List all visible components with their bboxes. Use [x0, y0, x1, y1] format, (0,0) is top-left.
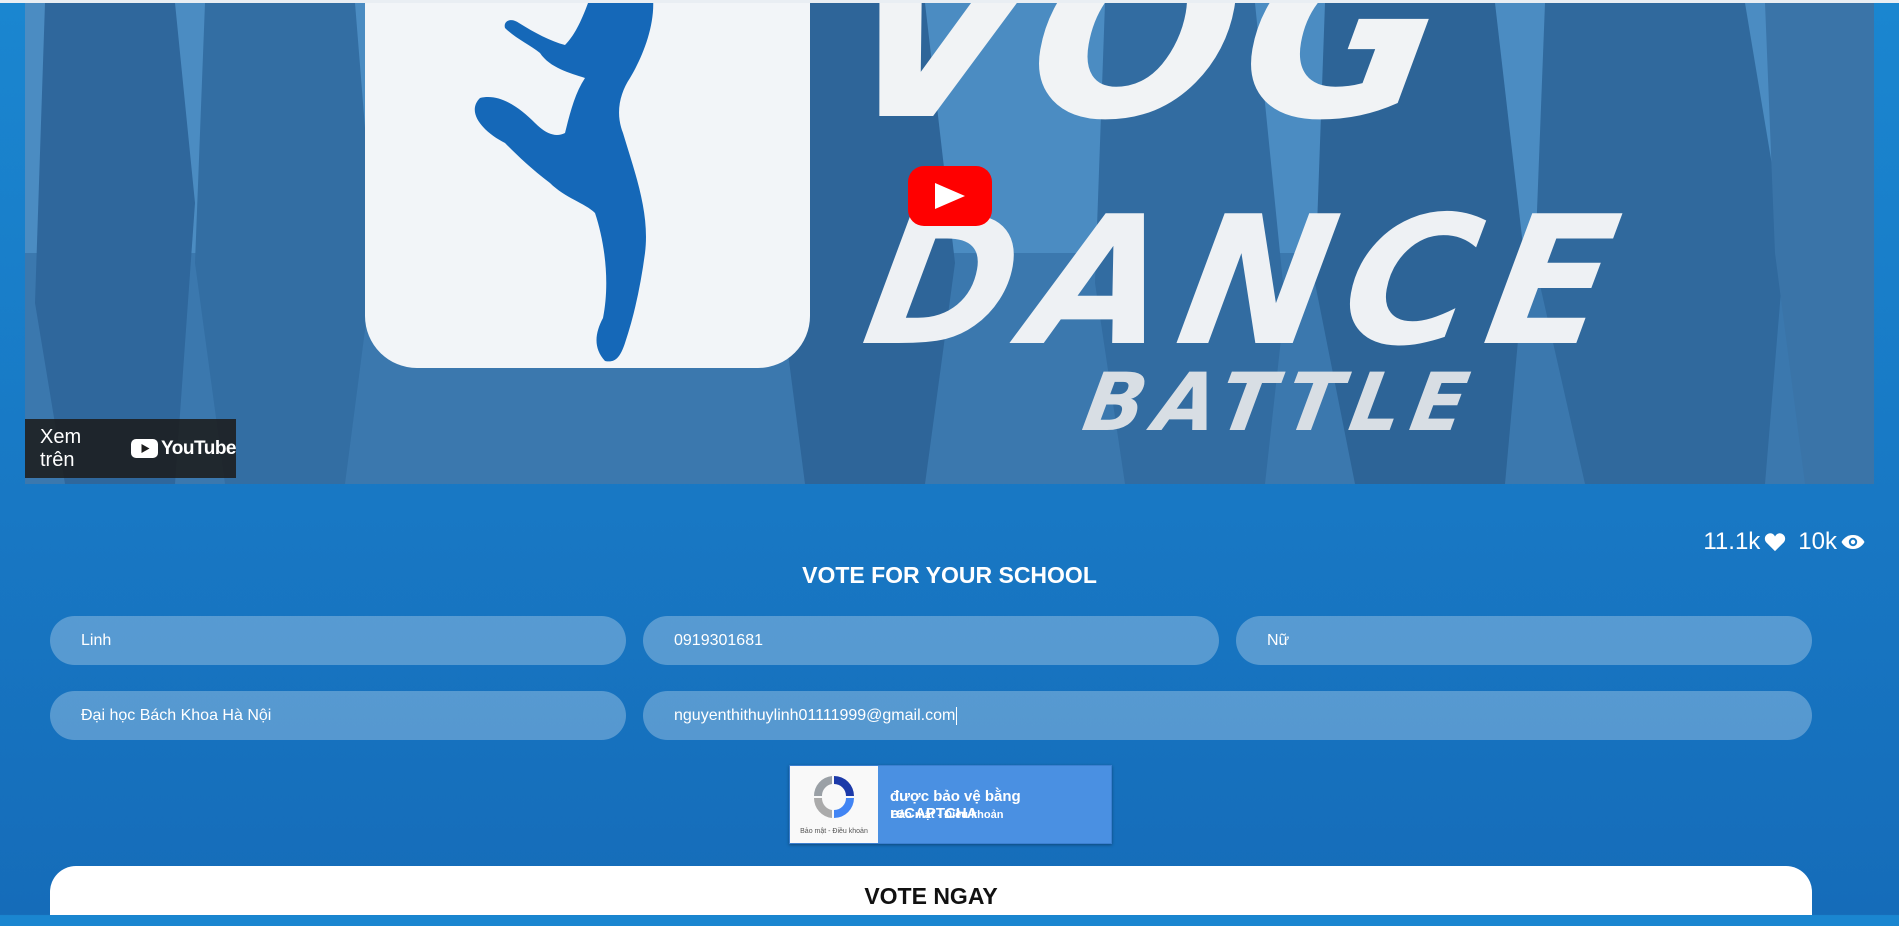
- youtube-logo: YouTube: [131, 438, 236, 460]
- likes-count: 11.1k: [1703, 528, 1761, 555]
- video-title-battle: BATTLE: [1076, 356, 1486, 449]
- recaptcha-privacy-terms-link[interactable]: Bảo mật - Điều khoản: [891, 809, 1003, 821]
- play-icon: [935, 183, 965, 209]
- text-caret: [956, 706, 958, 725]
- recaptcha-logo-links: Bảo mật - Điều khoản: [800, 828, 868, 835]
- youtube-video-embed[interactable]: VOG DANCE BATTLE Xem trên YouTube: [25, 3, 1874, 484]
- watch-on-youtube-button[interactable]: Xem trên YouTube: [25, 419, 236, 478]
- gender-select[interactable]: Nữ: [1236, 616, 1812, 665]
- recaptcha-icon: [813, 776, 854, 818]
- name-input-value: Linh: [81, 631, 112, 649]
- name-input[interactable]: Linh: [50, 616, 626, 665]
- phone-input[interactable]: 0919301681: [643, 616, 1219, 665]
- video-stats: 11.1k 10k: [1703, 528, 1865, 556]
- eye-icon: [1841, 535, 1865, 549]
- watch-on-label: Xem trên: [40, 425, 82, 471]
- likes-stat: 11.1k: [1703, 528, 1786, 556]
- recaptcha-badge[interactable]: Bảo mật - Điều khoản được bảo vệ bằng re…: [789, 765, 1112, 844]
- school-input-value: Đại học Bách Khoa Hà Nội: [81, 706, 272, 724]
- vote-section-title: VOTE FOR YOUR SCHOOL: [802, 562, 1097, 588]
- phone-input-value: 0919301681: [674, 631, 763, 649]
- email-input[interactable]: nguyenthithuylinh01111999@gmail.com: [643, 691, 1812, 740]
- heart-icon: [1765, 533, 1786, 552]
- school-input[interactable]: Đại học Bách Khoa Hà Nội: [50, 691, 626, 740]
- youtube-icon: [131, 439, 159, 458]
- youtube-wordmark: YouTube: [161, 437, 236, 459]
- views-stat: 10k: [1798, 528, 1865, 556]
- play-button[interactable]: [908, 166, 992, 226]
- vote-now-button[interactable]: VOTE NGAY: [50, 866, 1812, 915]
- dancer-silhouette: [474, 3, 654, 362]
- email-input-value: nguyenthithuylinh01111999@gmail.com: [674, 706, 956, 724]
- gender-select-value: Nữ: [1267, 631, 1290, 649]
- video-title-vog: VOG: [820, 3, 1477, 173]
- recaptcha-logo-area: Bảo mật - Điều khoản: [790, 766, 878, 843]
- views-count: 10k: [1798, 528, 1837, 555]
